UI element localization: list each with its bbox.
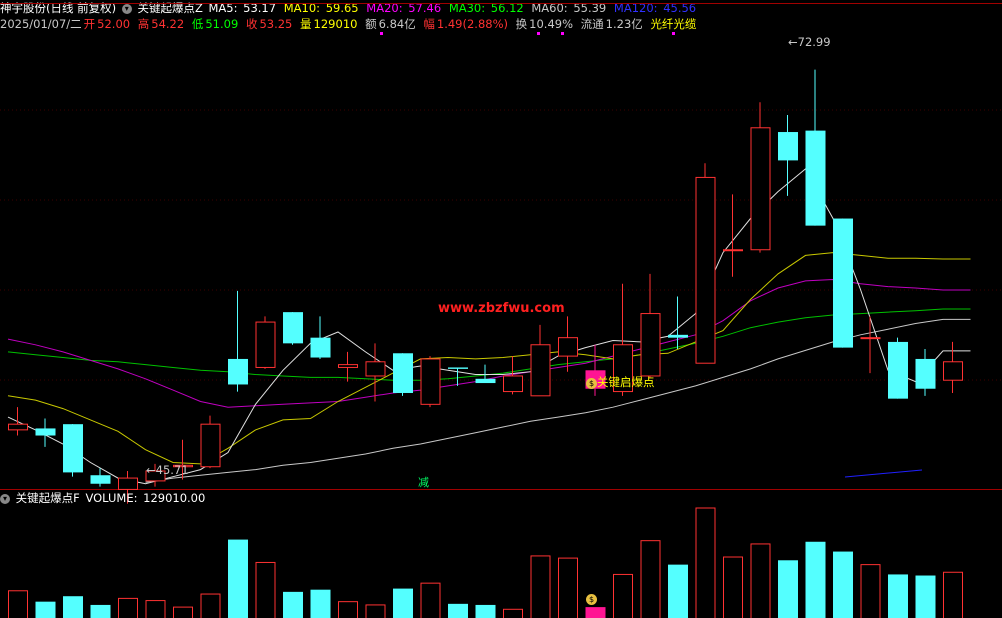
volume-bar bbox=[200, 593, 221, 618]
volume-bar bbox=[365, 604, 386, 618]
volume-bar bbox=[750, 543, 771, 618]
ma5-line bbox=[7, 168, 971, 485]
volume-bar bbox=[283, 591, 303, 618]
volume-bar bbox=[860, 564, 881, 618]
volume-bar bbox=[558, 557, 578, 618]
candle-body bbox=[63, 424, 83, 473]
high-price-mark: ←72.99 bbox=[788, 35, 831, 49]
candle-body bbox=[118, 477, 138, 490]
candle-body bbox=[915, 358, 936, 389]
reduce-badge: 减 bbox=[418, 476, 429, 489]
volume-bar bbox=[833, 551, 853, 618]
marker-dot bbox=[561, 32, 564, 35]
candle-body bbox=[503, 375, 523, 393]
candle-body bbox=[888, 341, 908, 399]
volume-bar bbox=[448, 603, 468, 618]
candle-body bbox=[805, 130, 826, 226]
candle-body bbox=[860, 337, 881, 340]
candle-body bbox=[695, 176, 716, 364]
volume-bar bbox=[805, 541, 826, 618]
volume-bar bbox=[530, 555, 551, 618]
marker-dot bbox=[537, 32, 540, 35]
marker-dot bbox=[672, 32, 675, 35]
volume-bar bbox=[255, 561, 276, 618]
candle-body bbox=[640, 313, 661, 377]
volume-bar bbox=[393, 588, 413, 618]
volume-bar bbox=[475, 604, 496, 618]
candle-body bbox=[833, 218, 853, 348]
candle-body bbox=[255, 321, 276, 368]
candle-body bbox=[228, 358, 248, 385]
volume-bar bbox=[943, 571, 963, 618]
ma120-line bbox=[844, 469, 923, 478]
volume-bar bbox=[63, 596, 83, 618]
volume-bar bbox=[173, 606, 193, 618]
volume-bar bbox=[695, 507, 716, 618]
volume-bar bbox=[503, 608, 523, 618]
candle-body bbox=[668, 334, 688, 338]
volume-bar bbox=[228, 539, 248, 618]
volume-bar bbox=[778, 560, 798, 618]
candle-body bbox=[778, 132, 798, 161]
candle-body bbox=[475, 378, 496, 384]
volume-bar bbox=[613, 573, 633, 618]
volume-bar bbox=[90, 604, 111, 618]
candle-body bbox=[310, 337, 331, 358]
volume-panel-header: ▾ 关键起爆点F VOLUME: 129010.00 bbox=[0, 490, 207, 506]
volume-bar bbox=[310, 589, 331, 618]
volume-bar bbox=[888, 574, 908, 618]
candle-body bbox=[35, 428, 56, 436]
candle-body bbox=[943, 361, 963, 381]
signal-label: $ 关键启爆点 bbox=[586, 374, 655, 390]
chevron-down-icon[interactable]: ▾ bbox=[0, 493, 10, 504]
candle-body bbox=[200, 423, 221, 468]
candle-body bbox=[750, 127, 771, 251]
money-bag-icon: $ bbox=[586, 378, 597, 389]
volume-value: 129010.00 bbox=[143, 491, 206, 505]
candle-body bbox=[90, 475, 111, 484]
volume-bar bbox=[668, 564, 688, 618]
volume-bar bbox=[723, 556, 743, 618]
volume-bar bbox=[420, 582, 441, 618]
volume-bar bbox=[118, 597, 138, 618]
candle-body bbox=[448, 367, 468, 369]
ma10-line bbox=[7, 252, 971, 465]
volume-signal-icon: $ bbox=[586, 594, 597, 605]
candle-body bbox=[365, 361, 386, 377]
candle-body bbox=[723, 249, 743, 252]
volume-bar bbox=[640, 540, 661, 618]
low-price-mark: ←45.71 bbox=[146, 463, 189, 477]
volume-label: VOLUME: bbox=[85, 491, 138, 505]
volume-bar bbox=[35, 601, 56, 618]
candle-body bbox=[420, 358, 441, 405]
volume-bar bbox=[338, 601, 358, 618]
volume-bar bbox=[915, 575, 936, 618]
volume-bar bbox=[585, 607, 606, 618]
marker-dot bbox=[380, 32, 383, 35]
candle-body bbox=[530, 344, 551, 397]
candle-body bbox=[8, 423, 28, 431]
ma30-line bbox=[7, 308, 971, 381]
candle-body bbox=[393, 353, 413, 393]
watermark-text: www.zbzfwu.com bbox=[438, 301, 565, 316]
candle-body bbox=[283, 312, 303, 344]
volume-indicator-name[interactable]: 关键起爆点F bbox=[16, 491, 80, 505]
volume-bar bbox=[8, 590, 28, 618]
volume-bar bbox=[145, 600, 166, 618]
candle-body bbox=[558, 337, 578, 357]
candle-body bbox=[338, 364, 358, 368]
ma20-line bbox=[7, 278, 971, 408]
